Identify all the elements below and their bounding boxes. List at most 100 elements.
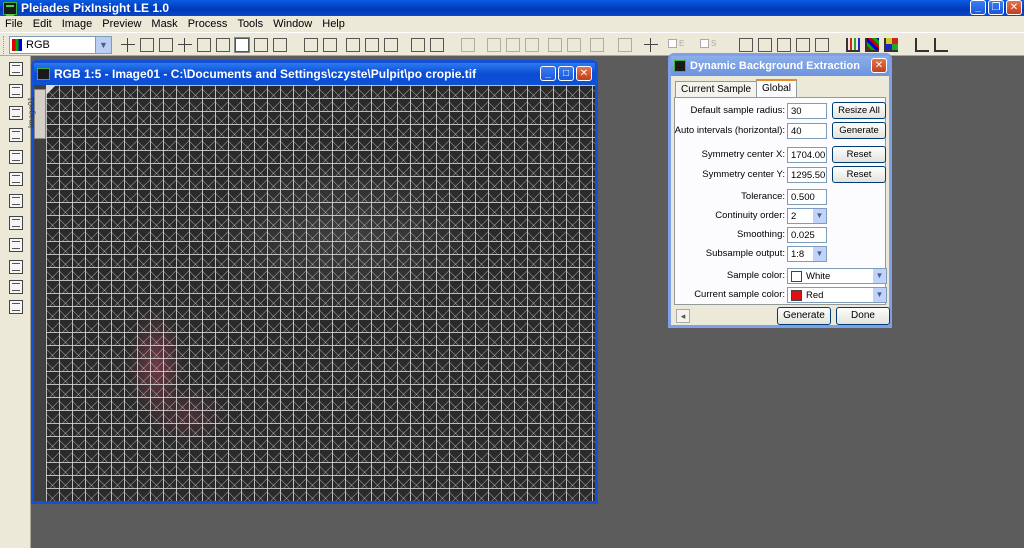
zoom-out-icon[interactable] (365, 38, 379, 52)
auto-intervals-input[interactable]: 40 (787, 123, 827, 139)
menu-image[interactable]: Image (57, 18, 98, 30)
pan-icon[interactable] (178, 38, 192, 52)
rotate-icon[interactable] (487, 38, 501, 52)
generate-model-button[interactable]: Generate (777, 307, 831, 325)
zoom-in-2-icon[interactable] (384, 38, 398, 52)
color-balance-icon[interactable] (884, 38, 898, 52)
edit-preview-icon[interactable] (273, 38, 287, 52)
layers-icon[interactable] (525, 38, 539, 52)
image-canvas[interactable] (46, 85, 595, 501)
menu-help[interactable]: Help (317, 18, 350, 30)
stf-reset-icon[interactable] (567, 38, 581, 52)
smoothing-input[interactable]: 0.025 (787, 227, 827, 243)
fit-view-icon[interactable] (346, 38, 360, 52)
chevron-down-icon[interactable]: ▼ (95, 37, 111, 53)
tab-global[interactable]: Global (756, 79, 797, 97)
tab-current-sample[interactable]: Current Sample (675, 81, 758, 97)
duplicate-icon[interactable] (739, 38, 753, 52)
color-mode-select[interactable]: RGB ▼ (9, 36, 112, 54)
zoom-1to1-icon[interactable] (304, 38, 318, 52)
crop-image-icon[interactable] (815, 38, 829, 52)
menu-process[interactable]: Process (183, 18, 233, 30)
minimize-button[interactable]: _ (970, 0, 986, 15)
subsample-output-select[interactable]: 1:8 ▼ (787, 246, 827, 262)
stf-icon[interactable] (548, 38, 562, 52)
crop-icon[interactable] (216, 38, 230, 52)
rgb-swatch-icon (12, 39, 22, 51)
new-preview-icon[interactable] (254, 38, 268, 52)
screen-transfer-icon[interactable] (618, 38, 632, 52)
monitor-icon[interactable] (9, 300, 23, 314)
menu-mask[interactable]: Mask (146, 18, 182, 30)
dbe-titlebar[interactable]: Dynamic Background Extraction ✕ (671, 56, 889, 76)
expand-icon[interactable] (411, 38, 425, 52)
crosshair-icon[interactable] (121, 38, 135, 52)
shrink-icon[interactable] (430, 38, 444, 52)
done-button[interactable]: Done (836, 307, 890, 325)
view-explorer-icon[interactable] (9, 172, 23, 186)
image-explorer-icon[interactable] (9, 62, 23, 76)
row-continuity-order: Continuity order: 2 ▼ (675, 207, 887, 225)
color-channels-icon[interactable] (865, 38, 879, 52)
close-button[interactable]: ✕ (1006, 0, 1022, 15)
menu-preview[interactable]: Preview (97, 18, 146, 30)
restore-button[interactable]: ❐ (988, 0, 1004, 15)
check-s[interactable]: S (700, 39, 716, 49)
image-minimize-button[interactable]: _ (540, 66, 556, 81)
move-icon[interactable] (644, 38, 658, 52)
rotate-image-icon[interactable] (796, 38, 810, 52)
chevron-left-icon[interactable]: ◂ (676, 309, 690, 323)
resample-icon[interactable] (777, 38, 791, 52)
generate-samples-button[interactable]: Generate (832, 122, 886, 139)
chevron-down-icon[interactable]: ▼ (873, 269, 886, 283)
menu-window[interactable]: Window (268, 18, 317, 30)
mask-icon[interactable] (461, 38, 475, 52)
zoom-fit-icon[interactable] (140, 38, 154, 52)
scissors-icon[interactable] (758, 38, 772, 52)
image-window-titlebar[interactable]: RGB 1:5 - Image01 - C:\Documents and Set… (34, 63, 595, 85)
curves-icon[interactable] (934, 38, 948, 52)
chevron-down-icon[interactable]: ▼ (813, 209, 826, 223)
stf-auto-icon[interactable] (590, 38, 604, 52)
chevron-down-icon[interactable]: ▼ (873, 288, 886, 302)
menu-edit[interactable]: Edit (28, 18, 57, 30)
format-explorer-icon[interactable] (9, 106, 23, 120)
image-id-tab[interactable]: Image01 (27, 89, 46, 139)
zoom-in-icon[interactable] (159, 38, 173, 52)
symmetry-x-label: Symmetry center X: (701, 149, 785, 160)
statistics-dock-icon[interactable] (9, 238, 23, 252)
star-icon[interactable] (9, 260, 23, 274)
check-e[interactable]: E (668, 39, 684, 49)
toolbar-grip[interactable] (3, 36, 6, 54)
continuity-order-select[interactable]: 2 ▼ (787, 208, 827, 224)
reset-y-button[interactable]: Reset (832, 166, 886, 183)
zoom-window-icon[interactable] (323, 38, 337, 52)
menu-file[interactable]: File (0, 18, 28, 30)
continuity-order-value: 2 (791, 211, 797, 222)
history-explorer-icon[interactable] (9, 150, 23, 164)
console-icon[interactable] (9, 194, 23, 208)
current-sample-color-select[interactable]: Red ▼ (787, 287, 887, 303)
tolerance-input[interactable]: 0.500 (787, 189, 827, 205)
resize-all-button[interactable]: Resize All (832, 102, 886, 119)
histogram-icon[interactable] (846, 38, 860, 52)
current-sample-color-label: Current sample color: (694, 289, 785, 300)
histogram-dock-icon[interactable] (9, 84, 23, 98)
default-sample-radius-input[interactable]: 30 (787, 103, 827, 119)
center-icon[interactable] (197, 38, 211, 52)
readout-mode-icon[interactable] (235, 38, 249, 52)
flip-icon[interactable] (506, 38, 520, 52)
sample-color-select[interactable]: White ▼ (787, 268, 887, 284)
symmetry-y-input[interactable]: 1295.50 (787, 167, 827, 183)
image-maximize-button[interactable]: □ (558, 66, 574, 81)
process-explorer-icon[interactable] (9, 128, 23, 142)
symmetry-x-input[interactable]: 1704.00 (787, 147, 827, 163)
chevron-down-icon[interactable]: ▼ (813, 247, 826, 261)
mask-dock-icon[interactable] (9, 280, 23, 294)
readout-icon[interactable] (9, 216, 23, 230)
menu-tools[interactable]: Tools (232, 18, 268, 30)
statistics-icon[interactable] (915, 38, 929, 52)
dbe-close-button[interactable]: ✕ (871, 58, 887, 73)
image-close-button[interactable]: ✕ (576, 66, 592, 81)
reset-x-button[interactable]: Reset (832, 146, 886, 163)
